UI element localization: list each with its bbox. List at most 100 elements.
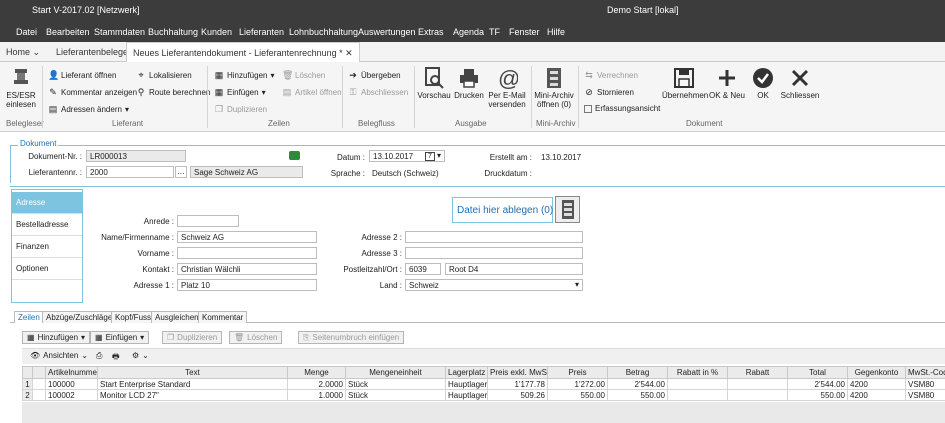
cell-preis[interactable]: 550.00 <box>547 389 608 401</box>
plz-field[interactable]: 6039 <box>405 263 441 275</box>
cell-total[interactable]: 550.00 <box>787 389 848 401</box>
col-menge[interactable]: Menge <box>287 366 346 379</box>
uebergeben-button[interactable]: ➔ Übergeben <box>348 70 400 80</box>
cell-artikelnummer[interactable]: 100002 <box>45 389 98 401</box>
grid-duplizieren-button[interactable]: ❐ Duplizieren <box>162 331 223 344</box>
es-esr-einlesen-button[interactable]: ES/ESR einlesen <box>3 67 39 109</box>
stornieren-button[interactable]: ⊘ Stornieren <box>584 87 634 97</box>
adressen-aendern-button[interactable]: ▤ Adressen ändern ▾ <box>48 104 129 114</box>
menu-kunden[interactable]: Kunden <box>201 27 232 37</box>
tab-abzuege[interactable]: Abzüge/Zuschläge <box>42 311 117 323</box>
vorname-field[interactable] <box>177 247 317 259</box>
cell-lagerplatz[interactable]: Hauptlager <box>445 389 488 401</box>
cell-mwst-code[interactable]: VSM80 <box>905 378 945 390</box>
ansichten-button[interactable]: 👁 Ansichten ⌄ <box>30 351 88 360</box>
land-select[interactable]: Schweiz ▾ <box>405 279 583 291</box>
tab-home[interactable]: Home ⌄ <box>0 42 46 62</box>
cell-preis-exkl[interactable]: 1'177.78 <box>487 378 548 390</box>
col-lagerplatz[interactable]: Lagerplatz <box>445 366 488 379</box>
row-checkbox[interactable] <box>32 389 46 401</box>
uebernehmen-button[interactable]: Übernehmen <box>662 67 708 100</box>
kontakt-field[interactable]: Christian Wälchli <box>177 263 317 275</box>
tab-kopf-fuss[interactable]: Kopf/Fuss <box>111 311 156 323</box>
menu-extras[interactable]: Extras <box>418 27 444 37</box>
zeilen-hinzufuegen-button[interactable]: ▦ Hinzufügen ▾ <box>214 70 275 80</box>
row-checkbox[interactable] <box>32 378 46 390</box>
col-mengeneinheit[interactable]: Mengeneinheit <box>345 366 446 379</box>
grid-seitenumbruch-button[interactable]: ⎘ Seitenumbruch einfügen <box>298 331 405 344</box>
cell-mwst-code[interactable]: VSM80 <box>905 389 945 401</box>
phone-icon[interactable] <box>289 151 300 160</box>
lieferant-oeffnen-button[interactable]: 👤 Lieferant öffnen <box>48 70 116 80</box>
dok-nr-field[interactable]: LR000013 <box>86 150 186 162</box>
menu-lohnbuchhaltung[interactable]: Lohnbuchhaltung <box>289 27 358 37</box>
menu-datei[interactable]: Datei <box>16 27 37 37</box>
cell-rabatt-prozent[interactable] <box>667 378 728 390</box>
menu-tf[interactable]: TF <box>489 27 500 37</box>
archive-button[interactable] <box>555 196 580 223</box>
col-artikelnummer[interactable]: Artikelnummer <box>45 366 98 379</box>
per-email-versenden-button[interactable]: @ Per E-Mail versenden <box>487 67 527 109</box>
cell-rabatt[interactable] <box>727 378 788 390</box>
drucken-button[interactable]: Drucken <box>453 67 485 100</box>
nav-adresse[interactable]: Adresse <box>12 192 82 214</box>
cell-preis-exkl[interactable]: 509.26 <box>487 389 548 401</box>
tab-lieferantenbelege[interactable]: Lieferantenbelege <box>50 42 134 62</box>
table-row[interactable]: 2 100002 Monitor LCD 27" 1.0000 Stück Ha… <box>22 389 945 401</box>
menu-fenster[interactable]: Fenster <box>509 27 540 37</box>
menu-auswertungen[interactable]: Auswertungen <box>358 27 416 37</box>
cell-gegenkonto[interactable]: 4200 <box>847 389 906 401</box>
tab-ausgleichen[interactable]: Ausgleichen <box>151 311 203 323</box>
adresse2-field[interactable] <box>405 231 583 243</box>
anrede-field[interactable] <box>177 215 239 227</box>
cell-mengeneinheit[interactable]: Stück <box>345 389 446 401</box>
erfassungsansicht-checkbox[interactable]: Erfassungsansicht <box>584 104 660 113</box>
menu-hilfe[interactable]: Hilfe <box>547 27 565 37</box>
cell-rabatt-prozent[interactable] <box>667 389 728 401</box>
cell-menge[interactable]: 1.0000 <box>287 389 346 401</box>
menu-stammdaten[interactable]: Stammdaten <box>94 27 145 37</box>
cell-text[interactable]: Start Enterprise Standard <box>97 378 288 390</box>
artikel-oeffnen-button[interactable]: ▤ Artikel öffnen <box>282 87 342 97</box>
cell-mengeneinheit[interactable]: Stück <box>345 378 446 390</box>
route-berechnen-button[interactable]: ⚲ Route berechnen <box>136 87 211 97</box>
verrechnen-button[interactable]: ⇆ Verrechnen <box>584 70 638 80</box>
col-preis-exkl[interactable]: Preis exkl. MwSt. <box>487 366 548 379</box>
cell-preis[interactable]: 1'272.00 <box>547 378 608 390</box>
zeilen-duplizieren-button[interactable]: ❐ Duplizieren <box>214 104 267 114</box>
tab-neues-lieferantendokument[interactable]: Neues Lieferantendokument - Lieferantenr… <box>126 42 360 63</box>
cell-rabatt[interactable] <box>727 389 788 401</box>
nav-bestelladresse[interactable]: Bestelladresse <box>12 214 82 236</box>
menu-buchhaltung[interactable]: Buchhaltung <box>148 27 198 37</box>
vorschau-button[interactable]: Vorschau <box>416 67 452 100</box>
cell-menge[interactable]: 2.0000 <box>287 378 346 390</box>
gear-icon[interactable]: ⚙ ⌄ <box>132 351 149 360</box>
schliessen-button[interactable]: Schliessen <box>780 67 820 100</box>
menu-bearbeiten[interactable]: Bearbeiten <box>46 27 90 37</box>
cell-lagerplatz[interactable]: Hauptlager <box>445 378 488 390</box>
col-rabatt[interactable]: Rabatt <box>727 366 788 379</box>
nav-finanzen[interactable]: Finanzen <box>12 236 82 258</box>
cell-total[interactable]: 2'544.00 <box>787 378 848 390</box>
zeilen-loeschen-button[interactable]: 🗑 Löschen <box>282 70 325 80</box>
zeilen-einfuegen-button[interactable]: ▦ Einfügen ▾ <box>214 87 266 97</box>
lokalisieren-button[interactable]: ⌖ Lokalisieren <box>136 70 191 80</box>
col-mwst-code[interactable]: MwSt.-Code <box>905 366 945 379</box>
kommentar-anzeigen-button[interactable]: ✎ Kommentar anzeigen <box>48 87 137 97</box>
ok-neu-button[interactable]: OK & Neu <box>708 67 746 100</box>
table-row[interactable]: 1 100000 Start Enterprise Standard 2.000… <box>22 378 945 390</box>
cell-gegenkonto[interactable]: 4200 <box>847 378 906 390</box>
col-betrag[interactable]: Betrag <box>607 366 668 379</box>
nav-optionen[interactable]: Optionen <box>12 258 82 280</box>
grid-loeschen-button[interactable]: 🗑 Löschen <box>229 331 283 344</box>
lieferant-lookup-button[interactable]: … <box>175 166 187 178</box>
adresse3-field[interactable] <box>405 247 583 259</box>
abschliessen-button[interactable]: ⚿ Abschliessen <box>348 87 409 97</box>
export-icon[interactable]: ⎙ <box>96 351 102 361</box>
cell-betrag[interactable]: 550.00 <box>607 389 668 401</box>
grid-einfuegen-button[interactable]: ▦ Einfügen ▾ <box>90 331 150 344</box>
col-text[interactable]: Text <box>97 366 288 379</box>
ok-button[interactable]: OK <box>748 67 778 100</box>
select-all-checkbox[interactable] <box>32 366 46 379</box>
ort-field[interactable]: Root D4 <box>445 263 583 275</box>
